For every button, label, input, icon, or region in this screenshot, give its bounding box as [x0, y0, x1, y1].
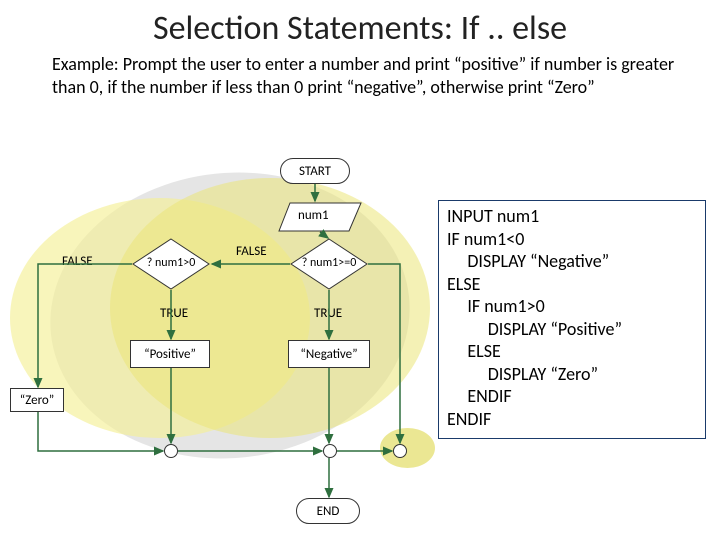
flow-arrows	[0, 158, 440, 538]
decision2-node: ? num1>=0	[290, 238, 368, 290]
true-label: TRUE	[160, 306, 188, 321]
page-title: Selection Statements: If .. else	[0, 8, 720, 49]
start-node: START	[280, 158, 350, 184]
positive-node: “Positive”	[130, 340, 210, 368]
false-label: FALSE	[236, 244, 267, 259]
input-label: num1	[298, 208, 329, 223]
pseudocode-box: INPUT num1 IF num1<0 DISPLAY “Negative” …	[438, 200, 706, 439]
decision1-node: ? num1>0	[132, 238, 210, 290]
false-label: FALSE	[62, 254, 93, 269]
example-text: Example: Prompt the user to enter a numb…	[52, 53, 680, 98]
junction	[393, 444, 407, 458]
end-node: END	[296, 498, 360, 524]
zero-node: “Zero”	[10, 388, 64, 412]
junction	[164, 444, 178, 458]
flowchart: START num1 ? num1>0 ? num1>=0 FALSE FALS…	[0, 158, 440, 538]
junction	[323, 444, 337, 458]
negative-node: “Negative”	[288, 340, 370, 368]
true-label: TRUE	[314, 306, 342, 321]
